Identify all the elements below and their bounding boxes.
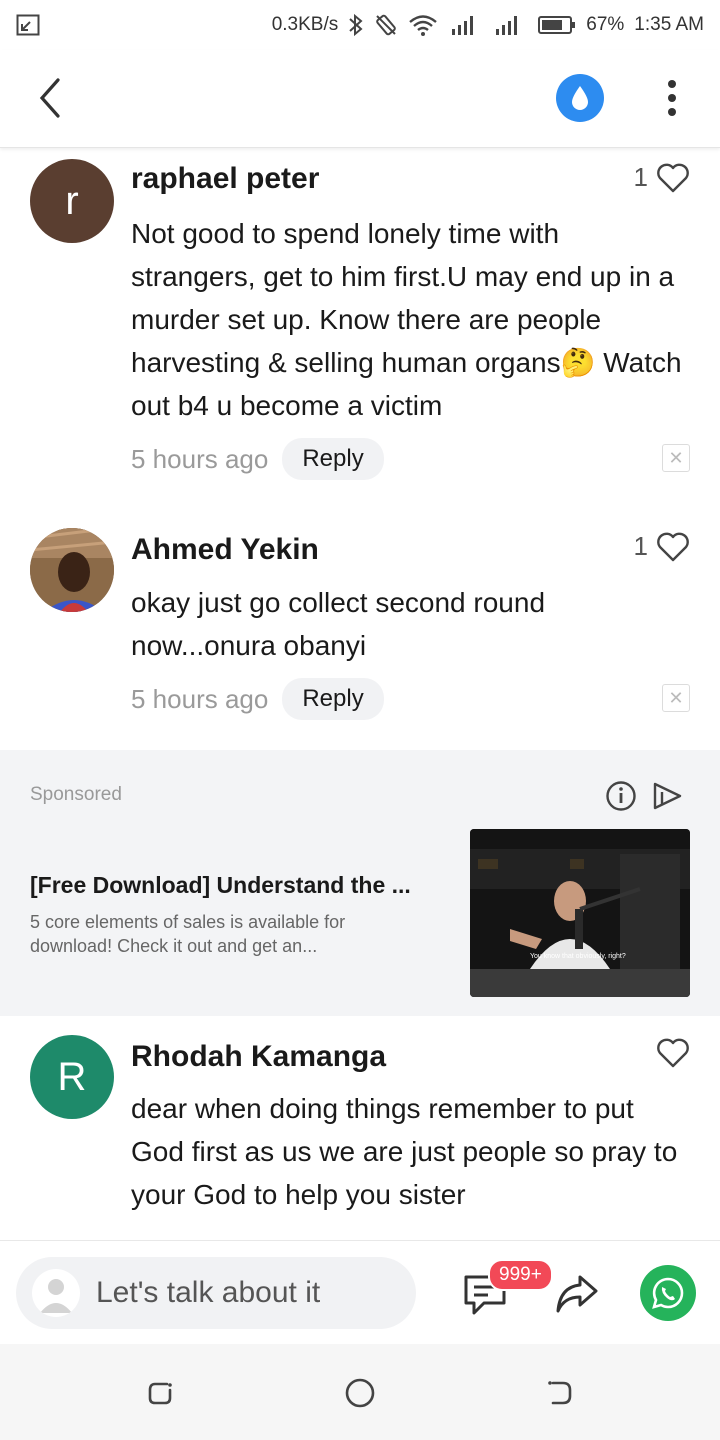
avatar[interactable] [30,528,114,612]
status-bar: 0.3KB/s 67% 1:35 AM [0,0,720,50]
info-icon[interactable] [605,780,637,812]
clock: 1:35 AM [634,14,704,35]
battery-icon [536,14,576,36]
comment-text: okay just go collect second round now...… [131,587,546,661]
home-circle-icon [345,1378,375,1408]
whatsapp-icon [652,1277,684,1309]
avatar-letter: R [57,1054,87,1099]
comment-text: dear when doing things remember to put G… [131,1093,678,1210]
heart-icon [657,532,689,561]
share-icon[interactable] [554,1271,600,1317]
network-speed: 0.3KB/s [271,14,339,35]
ad-title[interactable]: [Free Download] Understand the ... [30,872,411,899]
ad-thumbnail[interactable]: You know that obviously, right? [470,829,690,997]
comment-text: Not good to spend lonely time with stran… [131,218,682,421]
recent-apps-button[interactable] [143,1376,177,1410]
sponsored-label: Sponsored [30,784,122,805]
like-count: 1 [633,531,648,561]
whatsapp-share-button[interactable] [640,1265,696,1321]
comment-author[interactable]: Rhodah Kamanga [131,1040,386,1074]
like-count: 1 [633,162,648,192]
comment-input[interactable]: Let's talk about it [16,1257,416,1329]
ad-caption: You know that obviously, right? [530,953,626,960]
comment-author[interactable]: raphael peter [131,162,319,196]
ad-video-frame [470,829,690,997]
comment-meta: 5 hours ago Reply [131,438,384,480]
comment-bottom-bar: Let's talk about it 999+ [0,1240,720,1344]
comment-time: 5 hours ago [131,443,269,474]
back-nav-button[interactable] [543,1376,577,1410]
bluetooth-icon [348,13,364,37]
system-navigation-bar [0,1344,720,1440]
battery-percent: 67% [586,14,625,35]
comment-author[interactable]: Ahmed Yekin [131,533,319,567]
heart-icon [657,1038,689,1068]
wifi-icon [408,13,438,37]
heart-icon [657,163,689,192]
water-drop-button[interactable] [556,74,604,122]
user-avatar [32,1269,80,1317]
comment-count-badge: 999+ [488,1259,553,1291]
comment-time: 5 hours ago [131,683,269,714]
more-options-button[interactable] [652,74,692,122]
comment-input-placeholder: Let's talk about it [96,1276,321,1309]
avatar[interactable]: R [30,1035,114,1119]
ad-description: 5 core elements of sales is available fo… [30,912,346,956]
avatar[interactable]: r [30,159,114,243]
avatar-letter: r [65,178,79,223]
recent-apps-icon [148,1382,172,1405]
dismiss-button[interactable]: ✕ [662,684,690,712]
like-button[interactable] [656,1038,690,1068]
profile-photo [30,528,114,612]
user-placeholder-icon [40,1279,72,1313]
home-button[interactable] [343,1376,377,1410]
like-button[interactable]: 1 [634,531,690,562]
reply-button[interactable]: Reply [282,678,384,720]
comment-meta: 5 hours ago Reply [131,678,384,720]
top-nav [0,50,720,148]
more-vertical-icon [668,80,676,116]
signal-icon [448,13,482,37]
back-button[interactable] [28,74,72,122]
dismiss-button[interactable]: ✕ [662,444,690,472]
signal-icon [492,13,526,37]
chevron-left-icon [39,78,60,118]
ad-choices-icon[interactable] [650,780,684,812]
back-nav-icon [548,1381,572,1405]
like-button[interactable]: 1 [634,162,690,193]
sponsored-ad[interactable]: Sponsored [Free Download] Understand the… [0,750,720,1016]
drop-icon [572,86,588,110]
vibrate-icon [374,13,398,37]
screen-cast-icon [16,14,40,36]
reply-button[interactable]: Reply [282,438,384,480]
